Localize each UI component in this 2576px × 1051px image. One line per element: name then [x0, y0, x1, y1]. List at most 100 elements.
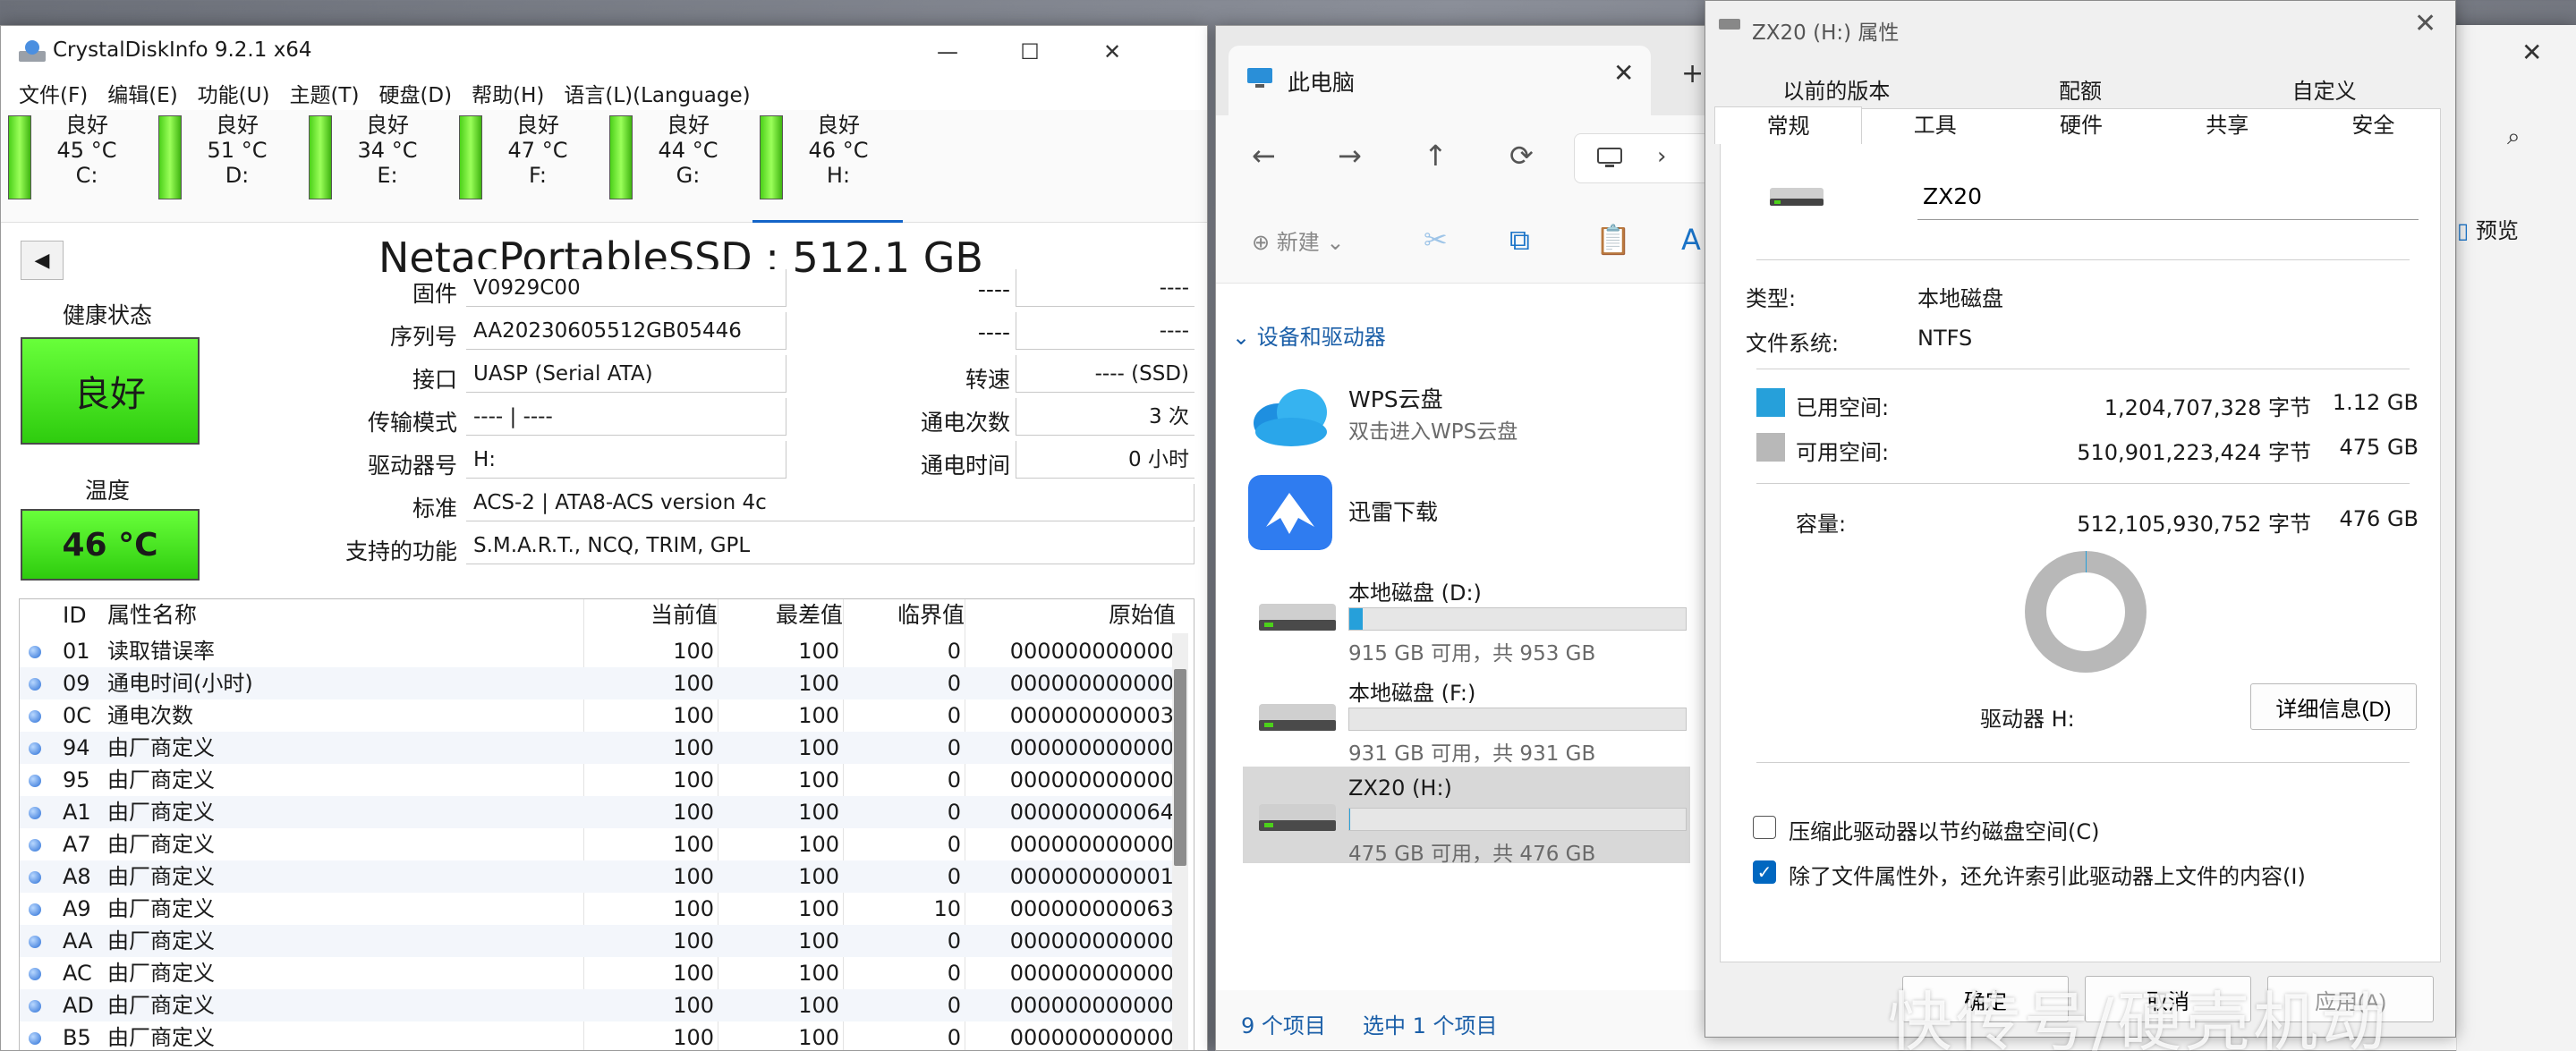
- cut-icon[interactable]: ✂: [1424, 223, 1448, 257]
- previous-disk-button[interactable]: ◀: [21, 241, 64, 280]
- col-worst[interactable]: 最差值: [718, 599, 843, 631]
- table-row[interactable]: 09 通电时间(小时) 100 100 0 000000000000: [20, 667, 1179, 699]
- disk-name: 本地磁盘 (D:): [1348, 581, 1482, 606]
- menu-help[interactable]: 帮助(H): [472, 78, 544, 108]
- monitor-icon: [1247, 68, 1272, 88]
- tab-tools[interactable]: 工具: [1862, 106, 2008, 144]
- tab-quota[interactable]: 配额: [1959, 72, 2203, 110]
- plus-icon: ⊕: [1252, 230, 1271, 255]
- menu-file[interactable]: 文件(F): [19, 78, 88, 108]
- disk-name: ZX20 (H:): [1348, 776, 1452, 801]
- close-button[interactable]: ✕: [1071, 26, 1153, 78]
- search-icon[interactable]: ⌕: [2507, 123, 2521, 151]
- disk-item-h[interactable]: ZX20 (H:) 475 GB 可用，共 476 GB: [1243, 767, 1690, 866]
- drive-tab-e[interactable]: 良好 34 °C E:: [302, 110, 452, 223]
- new-button[interactable]: ⊕ 新建 ⌄: [1252, 225, 1345, 256]
- health-indicator: [8, 115, 31, 199]
- cell-current: 100: [673, 864, 714, 889]
- table-row[interactable]: AA 由厂商定义 100 100 0 000000000000: [20, 925, 1179, 957]
- general-tab-panel: 类型: 本地磁盘 文件系统: NTFS 已用空间: 1,204,707,328 …: [1720, 108, 2441, 962]
- menu-bar: 文件(F) 编辑(E) 功能(U) 主题(T) 硬盘(D) 帮助(H) 语言(L…: [1, 78, 1207, 108]
- health-indicator: [459, 115, 482, 199]
- bird-icon: [1248, 475, 1332, 550]
- menu-edit[interactable]: 编辑(E): [107, 78, 177, 108]
- col-attribute[interactable]: 属性名称: [107, 599, 197, 631]
- table-scrollbar[interactable]: [1172, 633, 1188, 1050]
- col-threshold[interactable]: 临界值: [843, 599, 965, 631]
- temperature-button[interactable]: 46 °C: [21, 509, 200, 581]
- drive-tab-f[interactable]: 良好 47 °C F:: [452, 110, 602, 223]
- table-row[interactable]: B5 由厂商定义 100 100 0 000000000000: [20, 1021, 1179, 1050]
- cell-id: A7: [63, 832, 91, 857]
- new-tab-icon[interactable]: +: [1681, 58, 1704, 89]
- menu-theme[interactable]: 主题(T): [289, 78, 359, 108]
- col-raw[interactable]: 原始值: [965, 599, 1176, 631]
- col-id[interactable]: ID: [63, 599, 87, 631]
- compress-checkbox[interactable]: [1753, 816, 1776, 839]
- drive-tab-h[interactable]: 良好 46 °C H:: [752, 110, 903, 223]
- power-hours-value: 0 小时: [1016, 441, 1194, 479]
- cell-raw: 000000000001: [1009, 864, 1174, 889]
- tab-customize[interactable]: 自定义: [2202, 72, 2446, 110]
- details-button[interactable]: 详细信息(D): [2250, 683, 2417, 730]
- health-indicator: [309, 115, 332, 199]
- drive-temp: 45 °C: [56, 138, 117, 163]
- drive-letter: G:: [676, 163, 701, 188]
- refresh-icon[interactable]: ⟳: [1509, 139, 1534, 173]
- scrollbar-thumb[interactable]: [1174, 669, 1186, 866]
- cell-id: A9: [63, 896, 91, 921]
- devices-group-header[interactable]: ⌄ 设备和驱动器: [1232, 319, 1386, 351]
- drive-tab-g[interactable]: 良好 44 °C G:: [602, 110, 752, 223]
- minimize-button[interactable]: —: [906, 26, 989, 78]
- disk-item-f[interactable]: 本地磁盘 (F:) 931 GB 可用，共 931 GB: [1243, 666, 1690, 766]
- drive-status: 良好: [216, 113, 259, 138]
- up-arrow-icon[interactable]: ↑: [1424, 139, 1448, 173]
- tab-hardware[interactable]: 硬件: [2008, 106, 2154, 144]
- maximize-button[interactable]: ☐: [989, 26, 1071, 78]
- drive-letter: F:: [528, 163, 548, 188]
- close-tab-icon[interactable]: ✕: [1613, 58, 1634, 88]
- tab-general[interactable]: 常规: [1714, 106, 1863, 144]
- new-label: 新建: [1276, 230, 1320, 255]
- drive-letter: H:: [826, 163, 851, 188]
- table-row[interactable]: AD 由厂商定义 100 100 0 000000000000: [20, 989, 1179, 1021]
- index-checkbox[interactable]: ✓: [1753, 860, 1776, 884]
- menu-function[interactable]: 功能(U): [198, 78, 270, 108]
- tab-sharing[interactable]: 共享: [2155, 106, 2300, 144]
- health-status-button[interactable]: 良好: [21, 337, 200, 445]
- menu-disk[interactable]: 硬盘(D): [378, 78, 452, 108]
- drive-tab-d[interactable]: 良好 51 °C D:: [151, 110, 302, 223]
- copy-icon[interactable]: ⧉: [1509, 223, 1530, 258]
- cell-raw: 000000000000: [1009, 1025, 1174, 1050]
- table-row[interactable]: 01 读取错误率 100 100 0 000000000000: [20, 635, 1179, 667]
- drive-name-input[interactable]: [1917, 174, 2419, 220]
- rename-icon[interactable]: A: [1681, 223, 1701, 257]
- close-icon[interactable]: ✕: [2521, 38, 2542, 67]
- disk-item-d[interactable]: 本地磁盘 (D:) 915 GB 可用，共 953 GB: [1243, 566, 1690, 665]
- tab-security[interactable]: 安全: [2300, 106, 2446, 144]
- col-current[interactable]: 当前值: [583, 599, 718, 631]
- cell-worst: 100: [798, 993, 839, 1018]
- tab-this-pc[interactable]: 此电脑 ✕: [1228, 46, 1651, 115]
- tab-previous-versions[interactable]: 以前的版本: [1714, 72, 1959, 110]
- menu-language[interactable]: 语言(L)(Language): [564, 78, 750, 108]
- wps-cloud-item[interactable]: WPS云盘 双击进入WPS云盘: [1243, 369, 1708, 459]
- drive-status: 良好: [667, 113, 710, 138]
- paste-icon[interactable]: 📋: [1595, 223, 1631, 257]
- table-row[interactable]: A8 由厂商定义 100 100 0 000000000001: [20, 860, 1179, 893]
- table-row[interactable]: AC 由厂商定义 100 100 0 000000000000: [20, 957, 1179, 989]
- back-arrow-icon[interactable]: ←: [1252, 139, 1276, 173]
- preview-button[interactable]: ▯ 预览: [2457, 213, 2576, 244]
- drive-tab-c[interactable]: 良好 45 °C C:: [1, 110, 151, 223]
- watermark-text: 快传号/硬壳机动: [1888, 985, 2390, 1051]
- table-row[interactable]: A7 由厂商定义 100 100 0 000000000000: [20, 828, 1179, 860]
- table-row[interactable]: A1 由厂商定义 100 100 0 000000000064: [20, 796, 1179, 828]
- close-icon[interactable]: ✕: [2414, 8, 2436, 39]
- xunlei-download-item[interactable]: 迅雷下载: [1243, 468, 1708, 557]
- power-hours-label: 通电时间: [920, 453, 1010, 479]
- table-row[interactable]: 94 由厂商定义 100 100 0 000000000000: [20, 732, 1179, 764]
- table-row[interactable]: A9 由厂商定义 100 100 10 000000000063: [20, 893, 1179, 925]
- table-row[interactable]: 95 由厂商定义 100 100 0 000000000000: [20, 764, 1179, 796]
- table-row[interactable]: 0C 通电次数 100 100 0 000000000003: [20, 699, 1179, 732]
- forward-arrow-icon[interactable]: →: [1338, 139, 1362, 173]
